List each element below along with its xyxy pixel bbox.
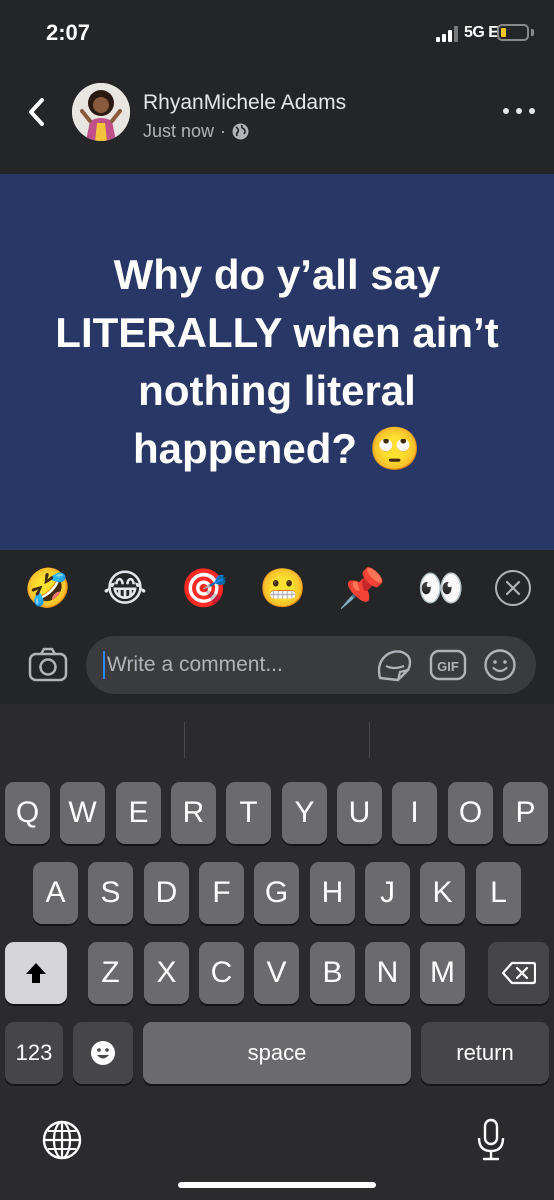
back-button[interactable]: [22, 96, 50, 128]
key-g[interactable]: G: [254, 862, 299, 924]
reaction-pushpin[interactable]: 📌: [338, 566, 385, 612]
status-time: 2:07: [46, 20, 91, 45]
backspace-icon: [501, 961, 536, 985]
emoji-keyboard-key[interactable]: [73, 1022, 133, 1084]
key-c[interactable]: C: [199, 942, 244, 1004]
suggestion-divider: [184, 722, 185, 758]
key-u[interactable]: U: [337, 782, 382, 844]
shift-key[interactable]: [5, 942, 67, 1004]
post-meta: Just now ·: [143, 121, 249, 142]
key-n[interactable]: N: [365, 942, 410, 1004]
key-y[interactable]: Y: [282, 782, 327, 844]
meta-separator: ·: [220, 121, 227, 141]
more-options-button[interactable]: [503, 104, 535, 118]
key-x[interactable]: X: [144, 942, 189, 1004]
post-header: RhyanMichele Adams Just now ·: [0, 70, 554, 174]
space-key[interactable]: space: [143, 1022, 411, 1084]
key-o[interactable]: O: [448, 782, 493, 844]
key-p[interactable]: P: [503, 782, 548, 844]
close-icon: [505, 580, 521, 596]
avatar[interactable]: [72, 83, 130, 141]
key-l[interactable]: L: [476, 862, 521, 924]
camera-icon[interactable]: [28, 646, 68, 682]
key-d[interactable]: D: [144, 862, 189, 924]
gif-icon[interactable]: GIF: [429, 648, 467, 682]
key-w[interactable]: W: [60, 782, 105, 844]
chevron-left-icon: [29, 98, 44, 126]
battery-icon: [497, 24, 529, 41]
key-h[interactable]: H: [310, 862, 355, 924]
reaction-eyes[interactable]: 👀: [417, 566, 464, 612]
emoji-face-icon: [91, 1041, 115, 1065]
emoji-icon[interactable]: [483, 648, 517, 682]
post-text: Why do y’all say LITERALLY when ain’t no…: [55, 251, 499, 472]
battery-nub: [531, 29, 534, 36]
home-indicator[interactable]: [178, 1182, 376, 1188]
key-a[interactable]: A: [33, 862, 78, 924]
key-v[interactable]: V: [254, 942, 299, 1004]
quick-reaction-bar: 🤣 😂 🎯 😬 📌 👀: [0, 550, 554, 626]
key-r[interactable]: R: [171, 782, 216, 844]
key-j[interactable]: J: [365, 862, 410, 924]
status-bar: 2:07 5G E: [0, 0, 554, 70]
reaction-grimacing[interactable]: 😬: [259, 566, 306, 612]
shift-icon: [26, 963, 46, 983]
keyboard: Q W E R T Y U I O P A S D F G H J K L Z …: [0, 704, 554, 1200]
key-e[interactable]: E: [116, 782, 161, 844]
author-name[interactable]: RhyanMichele Adams: [143, 91, 346, 115]
reaction-direct-hit[interactable]: 🎯: [180, 566, 227, 612]
key-f[interactable]: F: [199, 862, 244, 924]
key-i[interactable]: I: [392, 782, 437, 844]
reaction-rolling-laughing[interactable]: 🤣: [24, 566, 71, 612]
delete-key[interactable]: [488, 942, 549, 1004]
globe-keyboard-icon[interactable]: [42, 1120, 82, 1160]
key-k[interactable]: K: [420, 862, 465, 924]
key-t[interactable]: T: [226, 782, 271, 844]
suggestion-divider: [369, 722, 370, 758]
svg-text:GIF: GIF: [437, 659, 459, 674]
network-type: 5G E: [464, 24, 499, 41]
key-s[interactable]: S: [88, 862, 133, 924]
microphone-icon[interactable]: [476, 1118, 506, 1162]
key-q[interactable]: Q: [5, 782, 50, 844]
comment-input[interactable]: Write a comment... GIF: [86, 636, 536, 694]
post-timestamp: Just now: [143, 121, 215, 141]
key-z[interactable]: Z: [88, 942, 133, 1004]
globe-icon: [232, 123, 249, 140]
text-caret: [103, 651, 105, 679]
reaction-tears-of-joy[interactable]: 😂: [102, 566, 148, 612]
signal-icon: [436, 26, 462, 42]
key-m[interactable]: M: [420, 942, 465, 1004]
post-card: Why do y’all say LITERALLY when ain’t no…: [0, 174, 554, 550]
close-reactions-button[interactable]: [495, 570, 531, 606]
comment-bar: Write a comment... GIF: [0, 626, 554, 704]
return-key[interactable]: return: [421, 1022, 549, 1084]
avatar-sticker-icon[interactable]: [374, 648, 414, 682]
key-b[interactable]: B: [310, 942, 355, 1004]
comment-placeholder: Write a comment...: [107, 653, 283, 676]
numbers-key[interactable]: 123: [5, 1022, 63, 1084]
